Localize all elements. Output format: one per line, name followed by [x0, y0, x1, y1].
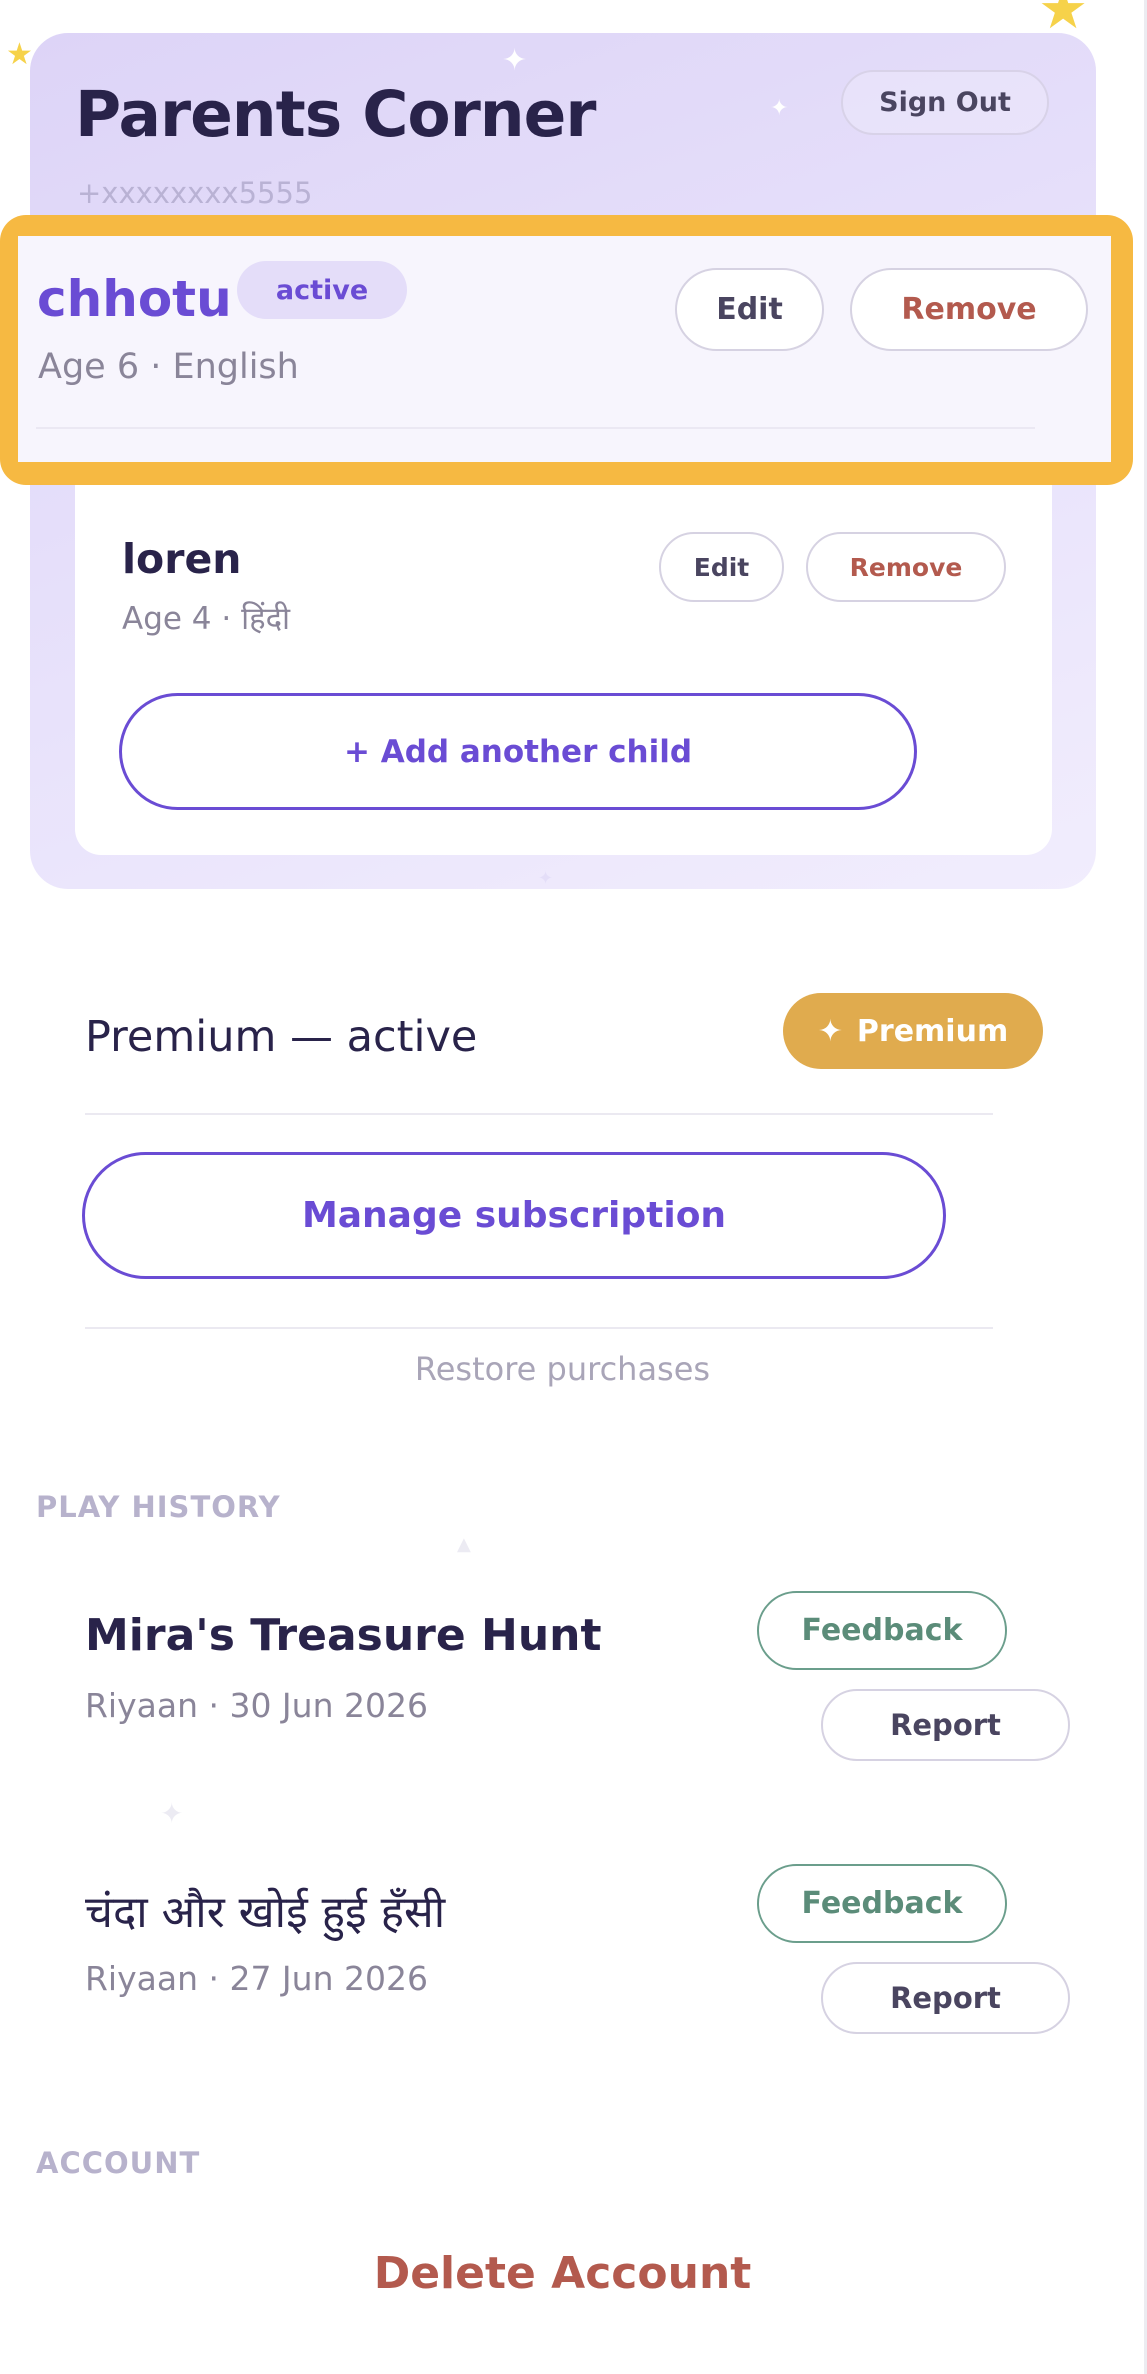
active-badge: active — [237, 261, 407, 319]
sparkle-icon: ✦ — [770, 96, 789, 121]
edit-child-button[interactable]: Edit — [675, 268, 824, 351]
report-button[interactable]: Report — [821, 1689, 1070, 1761]
star-icon: ★ — [6, 37, 33, 72]
sparkle-icon: ✦ — [538, 868, 554, 889]
sparkle-icon: ✦ — [817, 1013, 843, 1049]
feedback-button[interactable]: Feedback — [757, 1591, 1007, 1670]
parent-phone-number: +xxxxxxxx5555 — [77, 176, 313, 210]
story-meta: Riyaan · 27 Jun 2026 — [85, 1959, 428, 1998]
divider — [85, 1327, 993, 1329]
play-history-heading: PLAY HISTORY — [36, 1490, 281, 1524]
sign-out-button[interactable]: Sign Out — [841, 70, 1049, 135]
delete-account-button[interactable]: Delete Account — [85, 2248, 1040, 2299]
story-title: चंदा और खोई हुई हँसी — [85, 1887, 446, 1938]
child-age-language: Age 6 · English — [38, 347, 299, 387]
sparkle-icon: ▲ — [457, 1534, 471, 1555]
remove-child-button[interactable]: Remove — [806, 532, 1006, 602]
subscription-status: Premium — active — [85, 1012, 478, 1062]
add-child-button[interactable]: + Add another child — [119, 693, 917, 810]
sparkle-icon: ✦ — [160, 1797, 184, 1830]
report-button[interactable]: Report — [821, 1962, 1070, 2034]
feedback-button[interactable]: Feedback — [757, 1864, 1007, 1943]
child-age-language: Age 4 · हिंदी — [122, 601, 291, 637]
restore-purchases-link[interactable]: Restore purchases — [85, 1350, 1040, 1388]
manage-subscription-button[interactable]: Manage subscription — [82, 1152, 946, 1279]
account-heading: ACCOUNT — [36, 2146, 201, 2180]
story-meta: Riyaan · 30 Jun 2026 — [85, 1686, 428, 1725]
story-title: Mira's Treasure Hunt — [85, 1610, 602, 1661]
premium-badge: ✦ Premium — [783, 993, 1043, 1069]
child-name: chhotu — [37, 270, 232, 328]
divider — [36, 427, 1035, 429]
premium-badge-label: Premium — [856, 1013, 1009, 1049]
sparkle-icon: ✦ — [502, 43, 528, 78]
edit-child-button[interactable]: Edit — [659, 532, 784, 602]
page-title: Parents Corner — [75, 78, 596, 151]
divider — [85, 1113, 993, 1115]
remove-child-button[interactable]: Remove — [850, 268, 1088, 351]
child-name: loren — [122, 535, 242, 583]
